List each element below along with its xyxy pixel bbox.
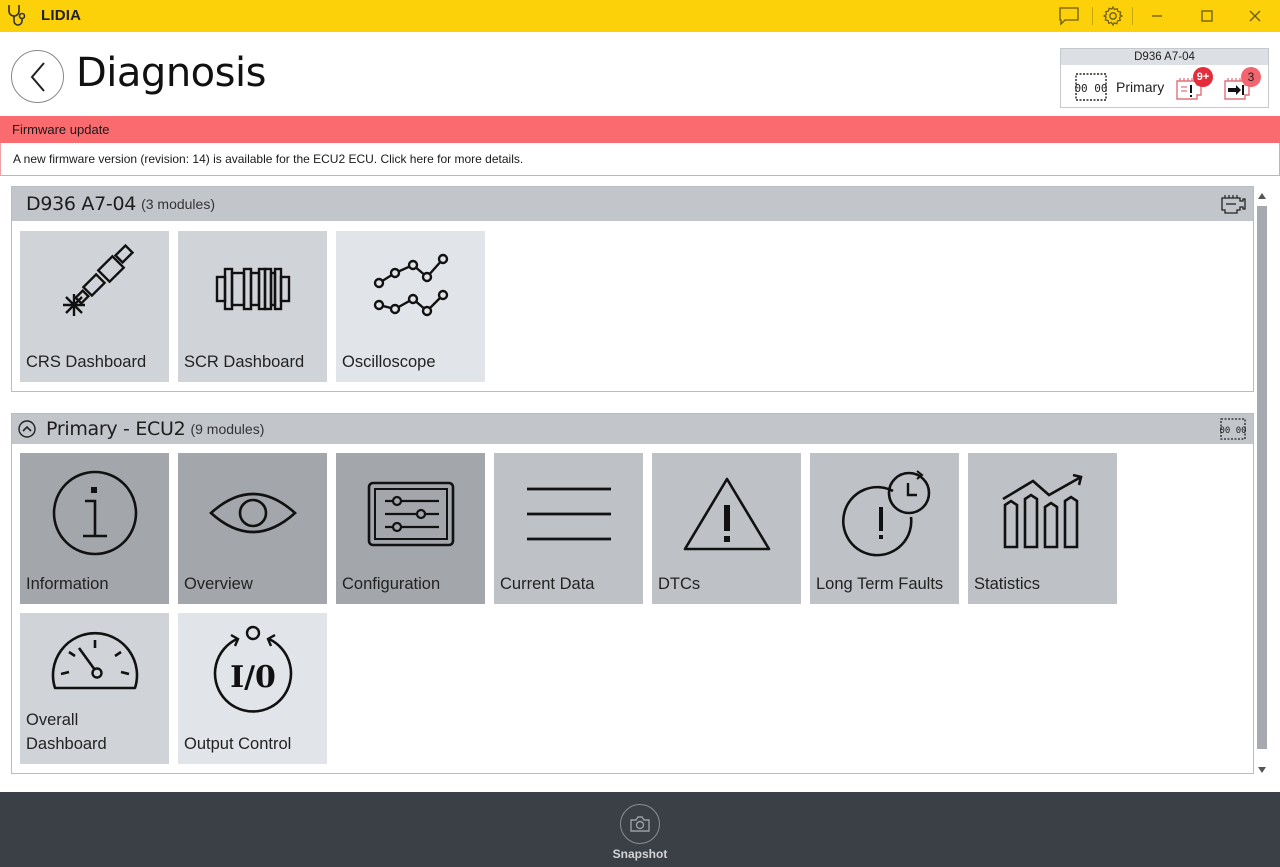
tile-scr-dashboard[interactable]: SCR Dashboard <box>178 231 327 382</box>
sliders-icon <box>367 481 454 546</box>
lines-icon <box>526 487 611 540</box>
gear-icon <box>1102 5 1124 27</box>
section-header[interactable]: D936 A7-04 (3 modules) <box>12 187 1253 221</box>
statistics-icon <box>1001 473 1083 548</box>
warning-icon <box>683 477 770 550</box>
stethoscope-icon <box>8 5 26 26</box>
ecu-status-card[interactable]: D936 A7-04 00 00 Primary 9+ 3 <box>1060 48 1269 108</box>
footer-bar: Snapshot <box>0 792 1280 867</box>
info-icon <box>52 470 137 555</box>
separator <box>1092 7 1093 25</box>
scr-catalyst-icon <box>215 267 290 310</box>
snapshot-button[interactable]: Snapshot <box>610 802 670 864</box>
tile-label: SCR Dashboard <box>184 353 305 371</box>
tile-label: Output Control <box>184 735 292 753</box>
camera-icon <box>630 816 650 832</box>
minimize-button[interactable] <box>1140 0 1174 32</box>
ecu-faults-button[interactable]: 9+ <box>1173 67 1213 103</box>
settings-button[interactable] <box>1100 0 1126 32</box>
tile-label: DTCs <box>658 575 701 593</box>
fault-clock-icon <box>841 469 930 556</box>
tile-statistics[interactable]: Statistics <box>968 453 1117 604</box>
app-title: LIDIA <box>41 7 82 24</box>
svg-text:I/0: I/0 <box>230 660 276 695</box>
output-badge: 3 <box>1241 67 1261 87</box>
maximize-button[interactable] <box>1190 0 1224 32</box>
svg-text:00 00: 00 00 <box>1074 82 1107 95</box>
chevron-up-circle-icon[interactable] <box>16 418 38 440</box>
tile-overall-dashboard[interactable]: Overall Dashboard <box>20 613 169 764</box>
scrollbar-thumb[interactable] <box>1257 206 1267 749</box>
maximize-icon <box>1201 10 1213 22</box>
tile-configuration[interactable]: Configuration <box>336 453 485 604</box>
section-title: Primary - ECU2 <box>46 418 186 440</box>
engine-icon <box>1221 195 1246 214</box>
separator <box>1132 7 1133 25</box>
tile-dtcs[interactable]: DTCs <box>652 453 801 604</box>
minimize-icon <box>1152 15 1162 17</box>
chat-icon <box>1059 7 1079 26</box>
scroll-up-arrow-icon[interactable] <box>1256 190 1268 202</box>
tile-label: Configuration <box>342 575 441 593</box>
page-title: Diagnosis <box>76 50 266 96</box>
ecu-chip-icon: 00 00 <box>1074 73 1108 101</box>
chevron-left-icon <box>30 61 45 92</box>
firmware-banner-title: Firmware update <box>0 116 1280 143</box>
tile-information[interactable]: Information <box>20 453 169 604</box>
tile-long-term-faults[interactable]: Long Term Faults <box>810 453 959 604</box>
eye-icon <box>208 492 297 533</box>
close-button[interactable] <box>1238 0 1272 32</box>
tile-label: Oscilloscope <box>342 353 436 371</box>
tile-crs-dashboard[interactable]: CRS Dashboard <box>20 231 169 382</box>
section-primary-ecu2: Primary - ECU2 (9 modules) 00 00 Informa… <box>11 413 1254 774</box>
svg-text:00 00: 00 00 <box>1219 426 1246 436</box>
section-module-count: (3 modules) <box>141 196 215 212</box>
io-icon: I/0 <box>213 625 292 713</box>
tile-label: CRS Dashboard <box>26 353 147 371</box>
tile-output-control[interactable]: I/0 Output Control <box>178 613 327 764</box>
tile-label: Information <box>26 575 109 593</box>
tile-label: Overall Dashboard <box>26 711 107 753</box>
tile-oscilloscope[interactable]: Oscilloscope <box>336 231 485 382</box>
tile-label: Long Term Faults <box>816 575 944 593</box>
firmware-update-banner[interactable]: Firmware update A new firmware version (… <box>0 116 1280 176</box>
title-bar: LIDIA <box>0 0 1280 32</box>
ecu-chip-icon: 00 00 <box>1219 418 1247 440</box>
close-icon <box>1249 10 1261 22</box>
ecu-output-button[interactable]: 3 <box>1221 67 1261 103</box>
ecu-label: Primary <box>1116 79 1165 95</box>
ecu-card-title: D936 A7-04 <box>1061 49 1268 65</box>
tile-label: Overview <box>184 575 253 593</box>
scroll-down-arrow-icon[interactable] <box>1256 764 1268 776</box>
injector-icon <box>62 243 134 316</box>
section-d936: D936 A7-04 (3 modules) CRS Dashboard SCR… <box>11 186 1254 392</box>
faults-badge: 9+ <box>1193 67 1213 87</box>
tile-label: Statistics <box>974 575 1041 593</box>
tile-overview[interactable]: Overview <box>178 453 327 604</box>
tile-label: Current Data <box>500 575 595 593</box>
section-header[interactable]: Primary - ECU2 (9 modules) 00 00 <box>12 414 1253 444</box>
back-button[interactable] <box>11 50 64 103</box>
tile-current-data[interactable]: Current Data <box>494 453 643 604</box>
feedback-button[interactable] <box>1056 0 1082 32</box>
section-module-count: (9 modules) <box>190 421 265 437</box>
gauge-icon <box>51 631 138 690</box>
snapshot-label: Snapshot <box>612 847 668 861</box>
section-title: D936 A7-04 <box>26 193 137 215</box>
oscilloscope-icon <box>373 253 448 316</box>
firmware-banner-message[interactable]: A new firmware version (revision: 14) is… <box>0 143 1280 176</box>
